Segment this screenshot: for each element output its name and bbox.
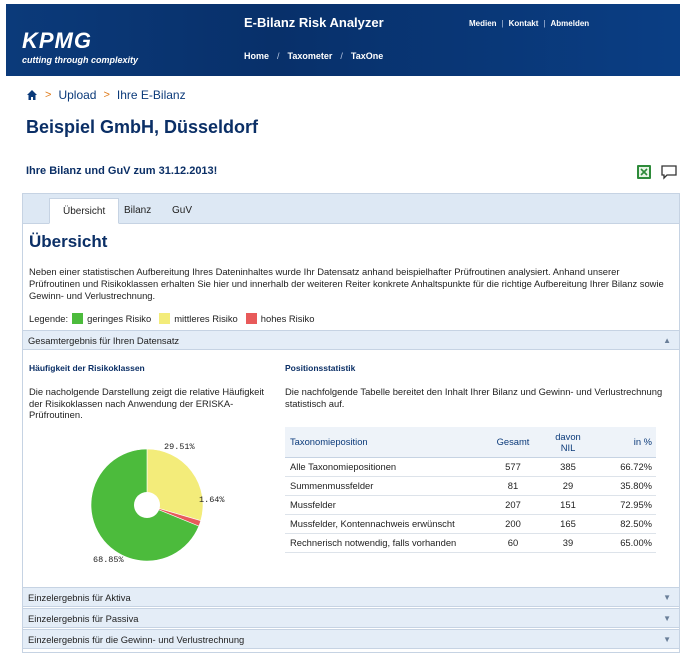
cell-gesamt: 60 xyxy=(484,533,542,553)
col-header-percent[interactable]: in % xyxy=(594,427,656,458)
legend-swatch-green xyxy=(72,313,84,324)
nav-taxone[interactable]: TaxOne xyxy=(351,51,383,61)
chevron-right-icon: > xyxy=(103,89,110,101)
accordion-passiva[interactable]: Einzelergebnis für Passiva ▼ xyxy=(23,608,679,628)
col-header-gesamt[interactable]: Gesamt xyxy=(484,427,542,458)
risk-frequency-heading: Häufigkeit der Risikoklassen xyxy=(29,363,145,373)
nav-taxometer[interactable]: Taxometer xyxy=(288,51,333,61)
table-row: Alle Taxonomiepositionen 577 385 66.72% xyxy=(285,457,656,477)
cell-percent: 65.00% xyxy=(594,533,656,553)
tab-uebersicht[interactable]: Übersicht xyxy=(49,198,120,224)
breadcrumb-upload[interactable]: Upload xyxy=(58,88,96,102)
col-header-position[interactable]: Taxonomieposition xyxy=(285,427,484,458)
cell-nil: 385 xyxy=(542,457,594,477)
link-abmelden[interactable]: Abmelden xyxy=(551,19,590,28)
legend-swatch-red xyxy=(245,313,257,324)
link-medien[interactable]: Medien xyxy=(469,19,497,28)
table-header-row: Taxonomieposition Gesamt davon NIL in % xyxy=(285,427,656,458)
main-nav: Home / Taxometer / TaxOne xyxy=(244,51,383,61)
tool-icons xyxy=(636,164,678,180)
home-icon[interactable] xyxy=(26,89,38,101)
separator: | xyxy=(543,19,546,28)
accordion-guv[interactable]: Einzelergebnis für die Gewinn- und Verlu… xyxy=(23,629,679,649)
legend-swatch-yellow xyxy=(159,313,171,324)
accordion-passiva-label: Einzelergebnis für Passiva xyxy=(28,613,139,624)
cell-gesamt: 207 xyxy=(484,495,542,515)
accordion-aktiva[interactable]: Einzelergebnis für Aktiva ▼ xyxy=(23,587,679,607)
position-stats-heading: Positionsstatistik xyxy=(285,363,356,373)
cell-nil: 29 xyxy=(542,476,594,496)
accordion-overall-label: Gesamtergebnis für Ihren Datensatz xyxy=(28,335,180,346)
tab-guv[interactable]: GuV xyxy=(159,198,205,224)
section-title: Übersicht xyxy=(29,232,108,251)
main-panel: Übersicht Bilanz GuV Übersicht Neben ein… xyxy=(22,193,680,653)
legend-item-low: geringes Risiko xyxy=(87,313,152,324)
table-row: Rechnerisch notwendig, falls vorhanden 60… xyxy=(285,533,656,553)
position-stats-text: Die nachfolgende Tabelle bereitet den In… xyxy=(285,386,663,409)
cell-gesamt: 200 xyxy=(484,514,542,534)
cell-position: Rechnerisch notwendig, falls vorhanden xyxy=(285,533,484,553)
pie-label-high: 1.64% xyxy=(199,495,225,505)
legend-label: Legende: xyxy=(29,313,69,324)
cell-position: Mussfelder xyxy=(285,495,484,515)
cell-gesamt: 81 xyxy=(484,476,542,496)
excel-export-icon[interactable] xyxy=(636,164,652,180)
accordion-guv-label: Einzelergebnis für die Gewinn- und Verlu… xyxy=(28,634,245,645)
nav-home[interactable]: Home xyxy=(244,51,269,61)
top-links: Medien | Kontakt | Abmelden xyxy=(469,19,589,28)
breadcrumb: > Upload > Ihre E-Bilanz xyxy=(26,88,186,102)
pie-center-hole xyxy=(134,492,160,518)
kpmg-logo[interactable]: KPMG xyxy=(22,28,92,54)
cell-percent: 82.50% xyxy=(594,514,656,534)
col-header-nil[interactable]: davon NIL xyxy=(542,427,594,458)
separator: / xyxy=(277,51,280,61)
risk-legend: Legende: geringes Risiko mittleres Risik… xyxy=(29,313,314,324)
chevron-right-icon: > xyxy=(45,89,52,101)
cell-position: Mussfelder, Kontennachweis erwünscht xyxy=(285,514,484,534)
separator: / xyxy=(340,51,343,61)
comment-icon[interactable] xyxy=(660,164,678,180)
col-header-nil-label: davon NIL xyxy=(555,430,581,453)
chevron-down-icon[interactable]: ▼ xyxy=(663,588,671,607)
risk-pie-chart: 29.51% 1.64% 68.85% xyxy=(90,442,225,565)
cell-nil: 39 xyxy=(542,533,594,553)
position-stats-table: Taxonomieposition Gesamt davon NIL in % … xyxy=(285,427,656,553)
accordion-aktiva-label: Einzelergebnis für Aktiva xyxy=(28,592,131,603)
app-header: KPMG cutting through complexity E-Bilanz… xyxy=(6,4,680,76)
cell-percent: 66.72% xyxy=(594,457,656,477)
cell-gesamt: 577 xyxy=(484,457,542,477)
cell-nil: 165 xyxy=(542,514,594,534)
separator: | xyxy=(501,19,504,28)
chevron-up-icon[interactable]: ▲ xyxy=(663,331,671,350)
legend-item-medium: mittleres Risiko xyxy=(174,313,238,324)
chevron-down-icon[interactable]: ▼ xyxy=(663,609,671,628)
risk-frequency-text: Die nacholgende Darstellung zeigt die re… xyxy=(29,386,265,420)
cell-position: Alle Taxonomiepositionen xyxy=(285,457,484,477)
breadcrumb-current: Ihre E-Bilanz xyxy=(116,88,186,102)
chevron-down-icon[interactable]: ▼ xyxy=(663,630,671,649)
logo-tagline: cutting through complexity xyxy=(22,55,138,65)
accordion-overall[interactable]: Gesamtergebnis für Ihren Datensatz ▲ xyxy=(23,330,679,350)
legend-item-high: hohes Risiko xyxy=(260,313,315,324)
app-title: E-Bilanz Risk Analyzer xyxy=(244,15,384,30)
cell-percent: 35.80% xyxy=(594,476,656,496)
cell-position: Summenmussfelder xyxy=(285,476,484,496)
page-title: Beispiel GmbH, Düsseldorf xyxy=(26,117,259,137)
intro-text: Neben einer statistischen Aufbereitung I… xyxy=(29,266,664,301)
cell-percent: 72.95% xyxy=(594,495,656,515)
tab-bar: Übersicht Bilanz GuV xyxy=(23,194,679,224)
tab-bilanz[interactable]: Bilanz xyxy=(111,198,164,224)
table-row: Mussfelder 207 151 72.95% xyxy=(285,495,656,515)
balance-subtitle: Ihre Bilanz und GuV zum 31.12.2013! xyxy=(26,165,218,177)
link-kontakt[interactable]: Kontakt xyxy=(509,19,539,28)
cell-nil: 151 xyxy=(542,495,594,515)
table-row: Mussfelder, Kontennachweis erwünscht 200 1… xyxy=(285,514,656,534)
table-row: Summenmussfelder 81 29 35.80% xyxy=(285,476,656,496)
pie-label-medium: 29.51% xyxy=(164,442,196,452)
pie-label-low: 68.85% xyxy=(93,555,125,565)
